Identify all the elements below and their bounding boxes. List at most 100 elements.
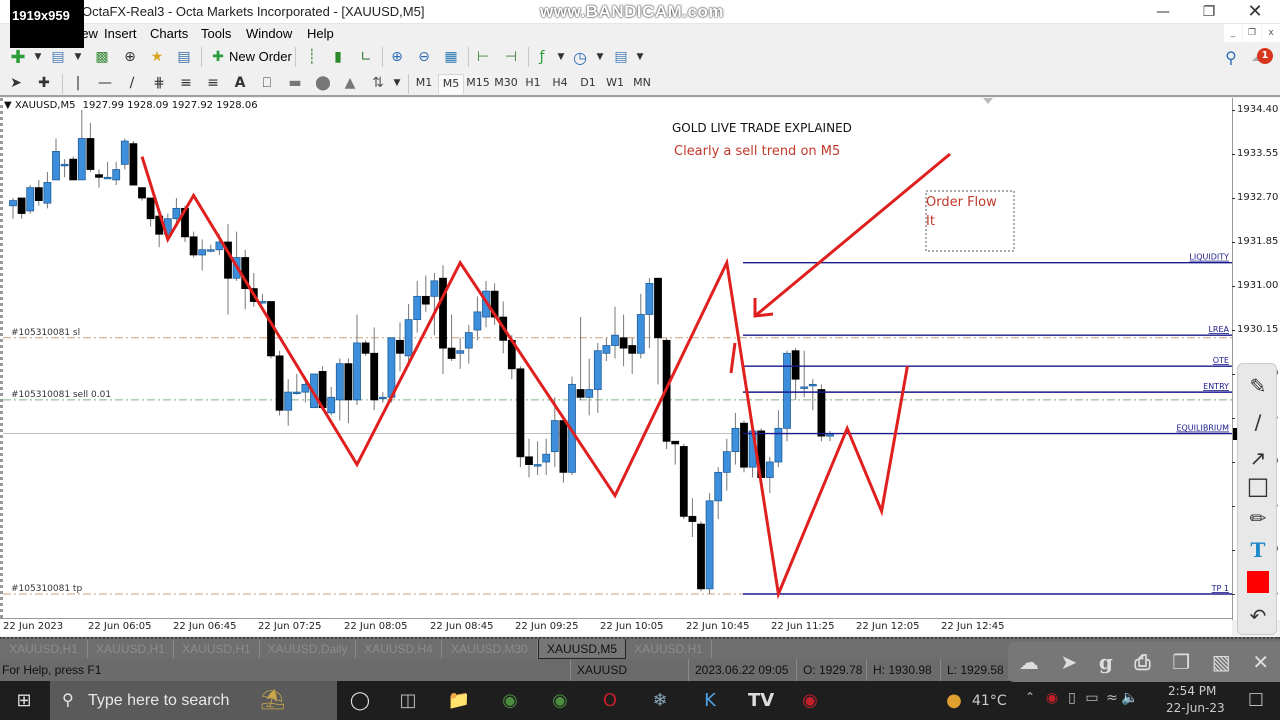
collapse-triangle-icon[interactable]: ▼ [4,100,12,111]
menu-charts[interactable]: Charts [150,26,188,41]
chevron-down-icon[interactable]: ▼ [630,47,650,67]
auto-scroll-icon[interactable]: ⊢ [473,47,493,67]
restore-icon[interactable]: ❐ [1186,0,1232,24]
tab-xauusd-daily[interactable]: XAUUSD,Daily [260,639,356,659]
clock-date[interactable]: 22-Jun-23 [1166,701,1225,715]
search-icon[interactable]: ⚲ [1221,47,1241,67]
chevron-down-icon[interactable]: ▼ [28,47,48,67]
clock-time[interactable]: 2:54 PM [1168,684,1216,698]
timeframe-m15[interactable]: M15 [465,74,491,94]
line-tool-icon[interactable]: ∕ [1244,408,1272,436]
menu-tools[interactable]: Tools [201,26,231,41]
ellipse-icon[interactable]: ⬤ [313,73,333,93]
bar-chart-icon[interactable]: ┊ [302,47,322,67]
new-order-icon[interactable]: ✚ [208,47,228,67]
mdi-close-icon[interactable]: x [1262,24,1280,42]
timeframe-h4[interactable]: H4 [547,74,573,94]
chevron-down-icon[interactable]: ▼ [590,47,610,67]
data-window-icon[interactable]: ⊕ [120,47,140,67]
share-icon[interactable]: ➤ [1060,650,1077,674]
app-snowflake-icon[interactable]: ❄ [648,690,672,712]
opera-icon[interactable]: O [598,690,622,712]
rectangle-icon[interactable]: ▬ [285,73,305,93]
profiles-icon[interactable]: ▤ [48,47,68,67]
vertical-line-icon[interactable]: | [68,73,88,93]
timeframe-h1[interactable]: H1 [520,74,546,94]
chart-canvas[interactable]: #105310081 sl #105310081 sell 0.01 #105310… [3,98,1232,618]
print-icon[interactable]: ⎙ [1135,650,1151,674]
cursor-icon[interactable]: ➤ [6,73,26,93]
periods-clock-icon[interactable]: ◷ [570,47,590,67]
highlighter-icon[interactable]: ✏ [1244,504,1272,532]
notifications-icon[interactable]: ☐ [1244,690,1268,712]
taskbar-search[interactable]: ⚲ Type here to search ⛱ [50,681,337,720]
chrome-profile-icon[interactable]: ◉ [498,690,522,712]
crosshair-icon[interactable]: ✚ [34,73,54,93]
tradingview-icon[interactable]: TV [748,690,774,712]
indicators-icon[interactable]: ƒ [532,47,552,67]
menu-insert[interactable]: Insert [104,26,137,41]
timeframe-d1[interactable]: D1 [575,74,601,94]
tab-xauusd-h1[interactable]: XAUUSD,H1 [174,639,260,659]
volume-icon[interactable]: 🔈 [1118,690,1142,712]
upload-cloud-icon[interactable]: ☁ [1019,650,1039,674]
timeframe-w1[interactable]: W1 [602,74,628,94]
chart-shift-icon[interactable]: ⊣ [501,47,521,67]
templates-icon[interactable]: ▤ [611,47,631,67]
candlestick-icon[interactable]: ▮ [328,47,348,67]
fibonacci-icon[interactable]: ≡ [176,73,196,93]
equidistant-channel-icon[interactable]: ⋕ [149,73,169,93]
file-explorer-icon[interactable]: 📁 [447,690,471,712]
line-chart-icon[interactable]: ∟ [356,47,376,67]
price-chart[interactable]: #105310081 sl #105310081 sell 0.01 #105310… [0,98,1232,618]
text-label-icon[interactable]: ⎕ [257,73,277,93]
terminal-icon[interactable]: ▤ [174,47,194,67]
bandicam-icon[interactable]: ◉ [798,690,822,712]
undo-icon[interactable]: ↶ [1244,602,1272,630]
mdi-minimize-icon[interactable]: _ [1224,24,1242,42]
arrows-icon[interactable]: ⇅ [368,73,388,93]
tab-xauusd-h1[interactable]: XAUUSD,H1 [0,639,88,659]
text-icon[interactable]: A [230,73,250,93]
new-order-button[interactable]: New Order [229,49,292,64]
copy-icon[interactable]: ❐ [1172,650,1190,674]
zoom-out-icon[interactable]: ⊖ [414,47,434,67]
color-picker-button[interactable] [1244,568,1272,596]
chevron-up-icon[interactable]: ⌃ [1018,690,1042,712]
rectangle-tool-icon[interactable]: □ [1244,472,1272,500]
close-icon[interactable]: ✕ [1232,0,1278,24]
google-icon[interactable]: g [1099,650,1113,674]
zoom-in-icon[interactable]: ⊕ [387,47,407,67]
menu-window[interactable]: Window [246,26,292,41]
tile-windows-icon[interactable]: ▦ [441,47,461,67]
tab-xauusd-h1[interactable]: XAUUSD,H1 [88,639,174,659]
chrome-icon[interactable]: ◉ [548,690,572,712]
timeframe-mn[interactable]: MN [629,74,655,94]
windows-start-icon[interactable]: ⊞ [12,690,36,712]
chevron-down-icon[interactable]: ▼ [68,47,88,67]
tab-xauusd-h4[interactable]: XAUUSD,H4 [356,639,442,659]
navigator-icon[interactable]: ★ [147,47,167,67]
time-axis[interactable]: 22 Jun 2023 22 Jun 06:05 22 Jun 06:45 22 Ju… [0,618,1232,636]
tab-xauusd-m5[interactable]: XAUUSD,M5 [538,639,626,659]
chevron-down-icon[interactable]: ▼ [387,73,407,93]
tab-xauusd-h1[interactable]: XAUUSD,H1 [626,639,712,659]
app-k-icon[interactable]: K [698,690,722,712]
task-view-icon[interactable]: ◫ [396,690,420,712]
cortana-icon[interactable]: ◯ [348,690,372,712]
timeframe-m5[interactable]: M5 [438,74,464,94]
chevron-down-icon[interactable]: ▼ [551,47,571,67]
close-icon[interactable]: ✕ [1252,650,1269,674]
fibonacci-fan-icon[interactable]: ≡ [203,73,223,93]
market-watch-icon[interactable]: ▩ [92,47,112,67]
timeframe-m1[interactable]: M1 [411,74,437,94]
menu-help[interactable]: Help [307,26,334,41]
trendline-icon[interactable]: ∕ [122,73,142,93]
timeframe-m30[interactable]: M30 [493,74,519,94]
horizontal-line-icon[interactable]: — [95,73,115,93]
minimize-icon[interactable]: — [1140,0,1186,24]
new-chart-icon[interactable]: ✚ [8,47,28,68]
triangle-icon[interactable]: ▲ [340,73,360,93]
text-tool-icon[interactable]: T [1244,536,1272,564]
mdi-restore-icon[interactable]: ❐ [1243,24,1261,42]
